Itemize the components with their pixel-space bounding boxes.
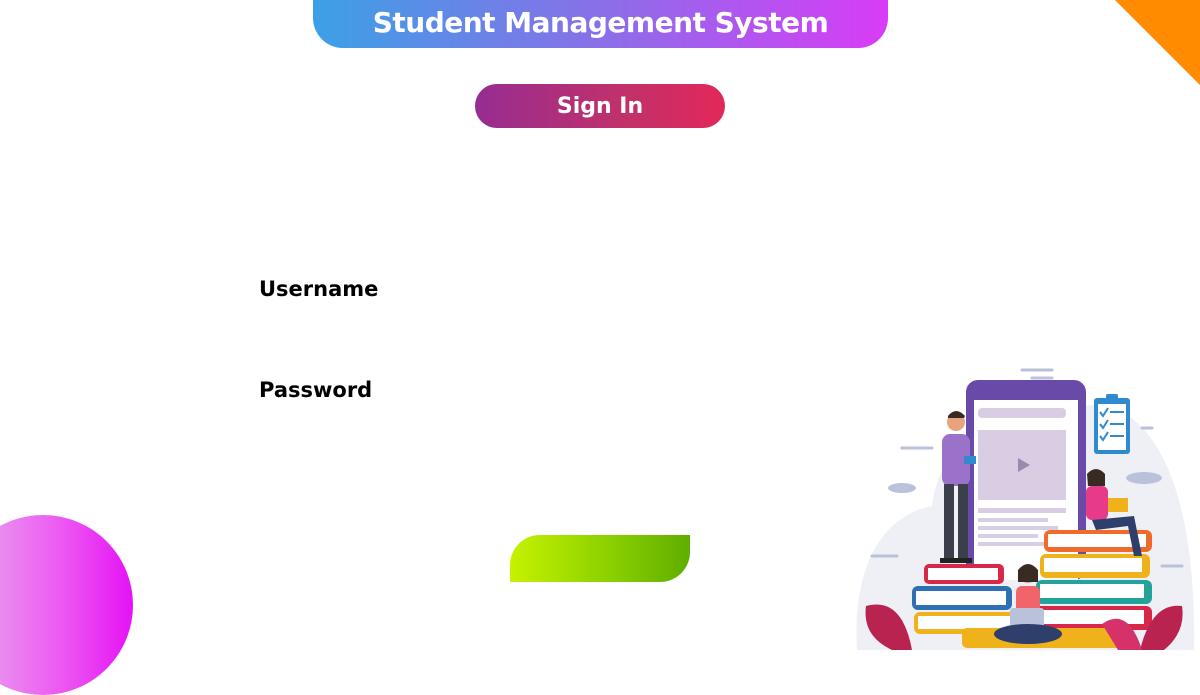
username-input[interactable] xyxy=(380,276,844,314)
password-label: Password xyxy=(259,378,373,402)
signin-heading-label: Sign In xyxy=(556,93,644,119)
sign-in-submit-button[interactable] xyxy=(510,535,690,582)
circle-decoration xyxy=(0,515,133,695)
username-label: Username xyxy=(259,277,379,301)
corner-decoration xyxy=(1115,0,1200,85)
page-title: Student Management System xyxy=(372,6,829,39)
students-books-phone-illustration xyxy=(856,368,1195,650)
signin-heading-badge: Sign In xyxy=(475,84,725,128)
title-banner: Student Management System xyxy=(313,0,888,48)
password-input[interactable] xyxy=(380,377,844,415)
